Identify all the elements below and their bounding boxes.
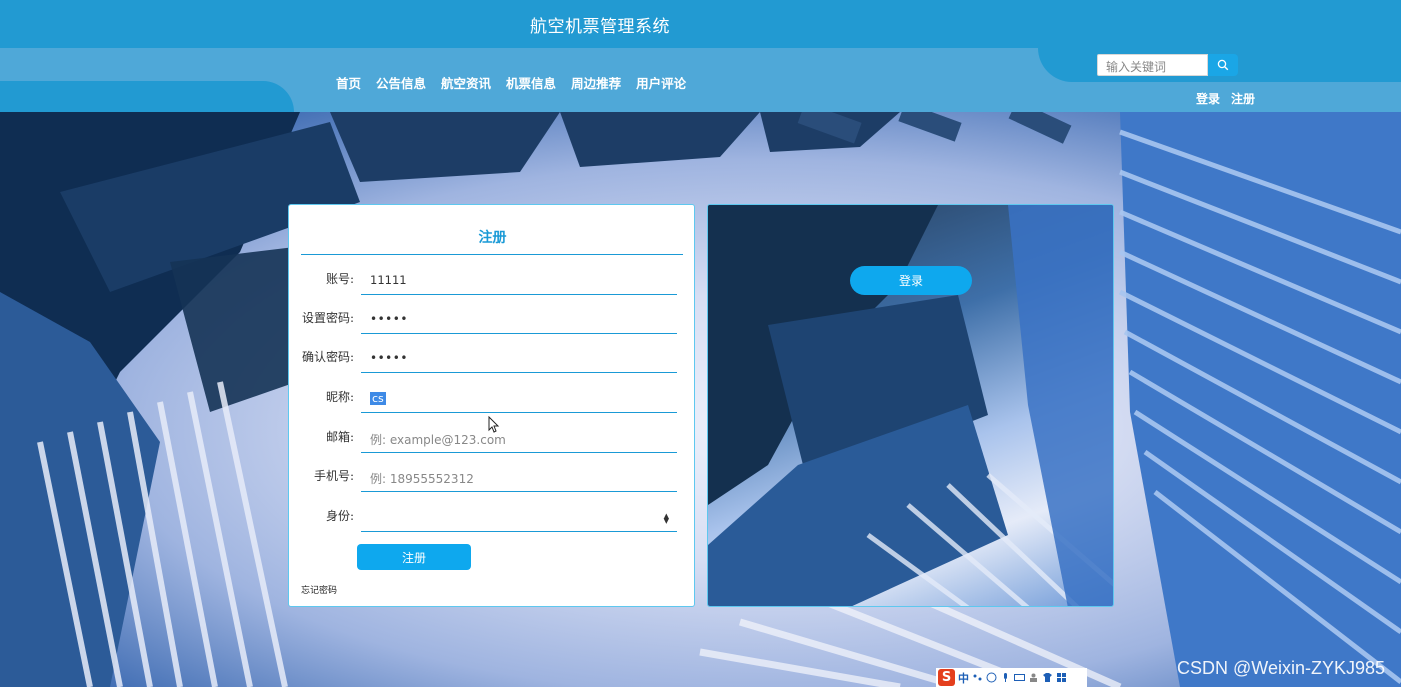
nav-item-nearby[interactable]: 周边推荐 xyxy=(565,73,630,92)
auth-links: 登录 注册 xyxy=(1196,90,1255,107)
title-divider xyxy=(301,254,683,255)
header-login-link[interactable]: 登录 xyxy=(1196,90,1220,107)
background-image xyxy=(0,112,1401,687)
search-button[interactable] xyxy=(1208,54,1238,76)
search-input[interactable] xyxy=(1097,54,1208,76)
password-field[interactable]: ••••• xyxy=(361,306,677,334)
user-icon[interactable] xyxy=(1028,672,1039,683)
phone-placeholder: 例: 18955552312 xyxy=(370,472,474,486)
register-panel: 注册 账号: 11111 设置密码: ••••• 确认密码: ••••• 昵称:… xyxy=(288,204,695,607)
phone-field[interactable]: 例: 18955552312 xyxy=(361,464,677,492)
side-login-button[interactable]: 登录 xyxy=(850,266,972,295)
role-select[interactable]: ▲ ▼ xyxy=(361,504,677,532)
microphone-icon[interactable] xyxy=(1000,672,1011,683)
header-left-tab xyxy=(0,81,294,112)
password-value: ••••• xyxy=(370,312,408,326)
header-register-link[interactable]: 注册 xyxy=(1231,90,1255,107)
nav-item-tickets[interactable]: 机票信息 xyxy=(500,73,565,92)
keyboard-icon[interactable] xyxy=(1014,672,1025,683)
nav-item-reviews[interactable]: 用户评论 xyxy=(630,73,695,92)
nickname-value: cs xyxy=(370,392,386,405)
emoji-icon[interactable] xyxy=(986,672,997,683)
confirm-password-value: ••••• xyxy=(370,351,408,365)
skin-shirt-icon[interactable] xyxy=(1042,672,1053,683)
phone-label: 手机号: xyxy=(313,469,354,483)
side-image-panel: 登录 xyxy=(707,204,1114,607)
email-field[interactable]: 例: example@123.com xyxy=(361,425,677,453)
sogou-logo-icon[interactable]: S xyxy=(938,669,955,686)
ime-mode-toggle[interactable]: 中 xyxy=(958,670,969,686)
nav-item-aviation-news[interactable]: 航空资讯 xyxy=(435,73,500,92)
register-submit-button[interactable]: 注册 xyxy=(357,544,471,570)
nickname-field[interactable]: cs xyxy=(361,385,677,413)
account-value: 11111 xyxy=(370,273,407,287)
nav-item-home[interactable]: 首页 xyxy=(330,73,370,92)
toolbox-grid-icon[interactable] xyxy=(1056,672,1067,683)
watermark: CSDN @Weixin-ZYKJ985 xyxy=(1177,658,1385,678)
nav-item-announcements[interactable]: 公告信息 xyxy=(370,73,435,92)
punctuation-icon[interactable] xyxy=(972,672,983,683)
forgot-password-link[interactable]: 忘记密码 xyxy=(301,583,337,596)
email-placeholder: 例: example@123.com xyxy=(370,433,506,447)
main-nav: 首页 公告信息 航空资讯 机票信息 周边推荐 用户评论 xyxy=(330,73,695,92)
select-arrows-icon: ▲ ▼ xyxy=(663,512,669,525)
confirm-password-label: 确认密码: xyxy=(301,350,354,364)
nickname-label: 昵称: xyxy=(325,390,354,404)
architecture-illustration xyxy=(0,112,1401,687)
email-label: 邮箱: xyxy=(325,430,354,444)
site-title: 航空机票管理系统 xyxy=(530,17,670,37)
role-label: 身份: xyxy=(325,509,354,523)
confirm-password-field[interactable]: ••••• xyxy=(361,345,677,373)
search-icon xyxy=(1217,59,1229,71)
header: 航空机票管理系统 首页 公告信息 航空资讯 机票信息 周边推荐 用户评论 登录 … xyxy=(0,0,1401,112)
password-label: 设置密码: xyxy=(301,311,354,325)
account-label: 账号: xyxy=(325,272,354,286)
mouse-cursor-icon xyxy=(488,416,500,433)
ime-toolbar: S 中 xyxy=(936,668,1087,687)
account-field[interactable]: 11111 xyxy=(361,267,677,295)
register-title: 注册 xyxy=(478,230,507,246)
